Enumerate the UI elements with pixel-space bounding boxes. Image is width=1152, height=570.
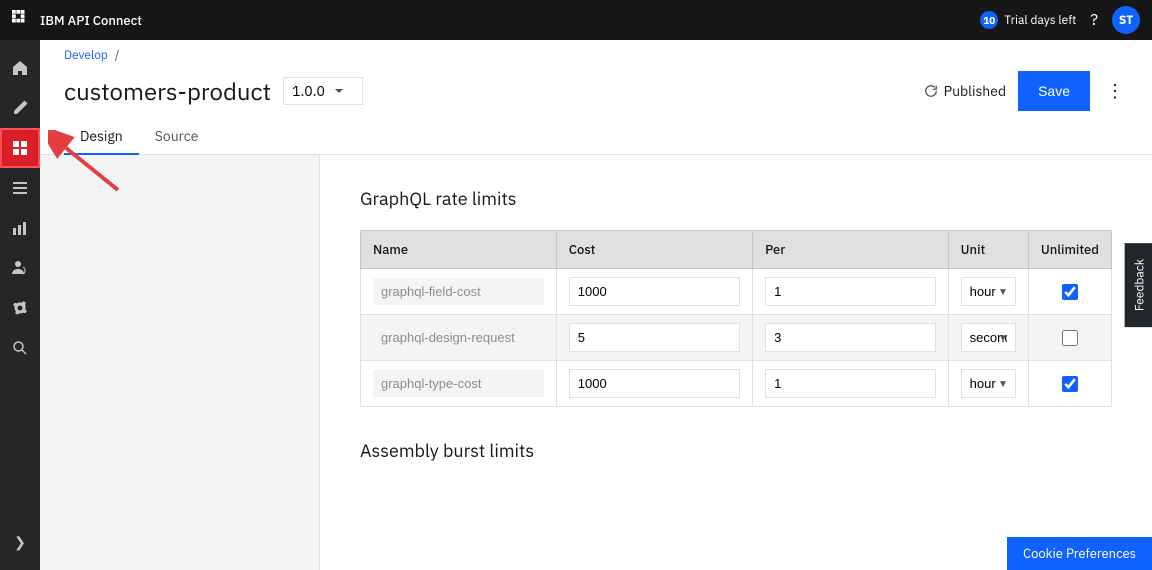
table-body: second minute hour day week ▼	[361, 269, 1112, 407]
per-input-2[interactable]	[765, 369, 935, 398]
sidebar-item-search[interactable]	[0, 328, 40, 368]
cost-input-1[interactable]	[569, 323, 740, 352]
help-icon[interactable]: ?	[1090, 10, 1098, 30]
app-title: IBM API Connect	[40, 12, 142, 29]
col-cost: Cost	[556, 231, 752, 269]
breadcrumb-develop[interactable]: Develop	[64, 48, 108, 63]
name-input-2[interactable]	[373, 370, 544, 397]
title-row: customers-product 1.0.0 Published Save ⋮	[64, 67, 1128, 119]
cell-cost-2	[556, 361, 752, 407]
assembly-burst-limits-section: Assembly burst limits	[360, 439, 1112, 462]
name-input-1[interactable]	[373, 324, 544, 351]
table-row: second minute hour day week ▼	[361, 269, 1112, 315]
cell-unit-1: second minute hour day week ▼	[948, 315, 1028, 361]
title-left: customers-product 1.0.0	[64, 75, 363, 107]
tab-design[interactable]: Design	[64, 119, 139, 155]
title-right: Published Save ⋮	[924, 71, 1128, 111]
unit-select-0[interactable]: second minute hour day week	[961, 277, 1016, 306]
unit-select-1[interactable]: second minute hour day week	[961, 323, 1016, 352]
refresh-icon	[924, 84, 938, 98]
cell-per-0	[753, 269, 948, 315]
right-panel: GraphQL rate limits Name Cost Per Unit U…	[320, 155, 1152, 570]
sidebar-expand-button[interactable]: ❯	[0, 522, 40, 562]
assembly-section-title: Assembly burst limits	[360, 439, 1112, 462]
sidebar-item-home[interactable]	[0, 48, 40, 88]
cell-cost-0	[556, 269, 752, 315]
col-unlimited: Unlimited	[1028, 231, 1111, 269]
ibm-icon	[12, 10, 32, 30]
trial-badge: 10	[980, 11, 998, 29]
rate-limits-table: Name Cost Per Unit Unlimited	[360, 230, 1112, 407]
cell-unlimited-1	[1028, 315, 1111, 361]
unlimited-checkbox-0[interactable]	[1062, 284, 1078, 300]
sidebar-item-edit[interactable]	[0, 88, 40, 128]
trial-info: 10 Trial days left	[980, 11, 1076, 29]
version-value: 1.0.0	[292, 82, 325, 100]
feedback-button[interactable]: Feedback	[1124, 243, 1152, 327]
page-header: Develop / customers-product 1.0.0 Publis…	[40, 40, 1152, 155]
cookie-preferences-button[interactable]: Cookie Preferences	[1007, 537, 1152, 570]
cell-per-1	[753, 315, 948, 361]
cell-name-2	[361, 361, 557, 407]
user-avatar[interactable]: ST	[1112, 6, 1140, 34]
unlimited-checkbox-2[interactable]	[1062, 376, 1078, 392]
chevron-down-icon	[333, 85, 345, 97]
cell-unlimited-2	[1028, 361, 1111, 407]
breadcrumb: Develop /	[64, 40, 1128, 67]
topbar: IBM API Connect 10 Trial days left ? ST	[0, 0, 1152, 40]
name-input-0[interactable]	[373, 278, 544, 305]
cell-name-0	[361, 269, 557, 315]
per-input-0[interactable]	[765, 277, 935, 306]
cell-per-2	[753, 361, 948, 407]
cell-cost-1	[556, 315, 752, 361]
save-button[interactable]: Save	[1018, 71, 1090, 111]
table-row: second minute hour day week ▼	[361, 315, 1112, 361]
unlimited-checkbox-1[interactable]	[1062, 330, 1078, 346]
sidebar-item-settings[interactable]	[0, 288, 40, 328]
trial-label: Trial days left	[1004, 13, 1076, 28]
version-dropdown[interactable]: 1.0.0	[283, 77, 363, 105]
tab-source[interactable]: Source	[139, 119, 215, 155]
cost-input-2[interactable]	[569, 369, 740, 398]
published-status: Published	[924, 82, 1006, 100]
cell-unit-0: second minute hour day week ▼	[948, 269, 1028, 315]
col-per: Per	[753, 231, 948, 269]
sidebar-item-users[interactable]	[0, 248, 40, 288]
tabs-row: Design Source	[64, 119, 1128, 154]
overflow-menu-button[interactable]: ⋮	[1102, 71, 1128, 111]
table-row: second minute hour day week ▼	[361, 361, 1112, 407]
col-name: Name	[361, 231, 557, 269]
cell-unlimited-0	[1028, 269, 1111, 315]
col-unit: Unit	[948, 231, 1028, 269]
topbar-left: IBM API Connect	[12, 10, 142, 30]
left-panel	[40, 155, 320, 570]
per-input-1[interactable]	[765, 323, 935, 352]
cell-name-1	[361, 315, 557, 361]
status-text: Published	[944, 82, 1006, 100]
graphql-section-title: GraphQL rate limits	[360, 187, 1112, 210]
table-header: Name Cost Per Unit Unlimited	[361, 231, 1112, 269]
main-container: Develop / customers-product 1.0.0 Publis…	[40, 40, 1152, 570]
sidebar: ❯	[0, 40, 40, 570]
cell-unit-2: second minute hour day week ▼	[948, 361, 1028, 407]
sidebar-item-grid[interactable]	[0, 128, 40, 168]
sidebar-item-list[interactable]	[0, 168, 40, 208]
unit-select-2[interactable]: second minute hour day week	[961, 369, 1016, 398]
cost-input-0[interactable]	[569, 277, 740, 306]
topbar-right: 10 Trial days left ? ST	[980, 6, 1140, 34]
graphql-rate-limits-section: GraphQL rate limits Name Cost Per Unit U…	[360, 187, 1112, 407]
page-title: customers-product	[64, 75, 271, 107]
sidebar-item-chart[interactable]	[0, 208, 40, 248]
content-area: GraphQL rate limits Name Cost Per Unit U…	[40, 155, 1152, 570]
